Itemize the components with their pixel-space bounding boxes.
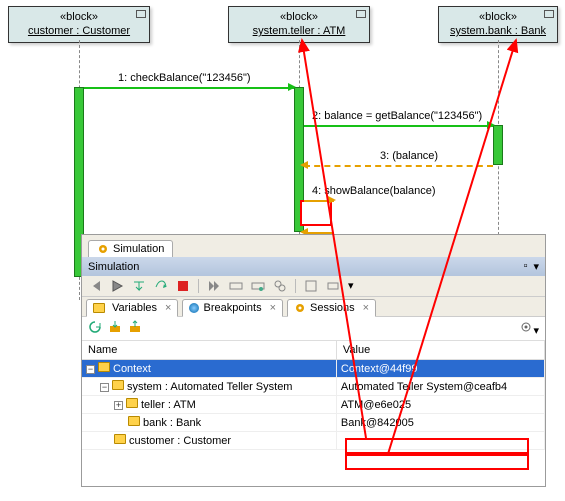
stereotype-label: «block» (15, 10, 143, 24)
close-icon[interactable]: × (270, 302, 276, 314)
row-name: bank : Bank (143, 417, 201, 429)
export-icon[interactable] (108, 320, 122, 337)
variables-table-wrap[interactable]: Name Value Context Context@44f99 system … (82, 341, 545, 486)
table-row-context[interactable]: Context Context@44f99 (82, 360, 545, 378)
panel-toolbar: ▾ (82, 317, 545, 341)
lifeline-type-icon (356, 10, 366, 18)
scope-icon (114, 434, 126, 444)
arrow-head-3 (300, 161, 308, 169)
message-label-2: 2: balance = getBalance("123456") (312, 110, 482, 122)
restore-icon[interactable]: ▫ (524, 260, 528, 273)
row-name: Context (113, 363, 151, 375)
sub-tab-row: Variables × Breakpoints × Sessions × (82, 297, 545, 317)
simulation-tab[interactable]: Simulation (88, 240, 173, 257)
stop-icon[interactable] (176, 279, 190, 293)
import-icon[interactable] (128, 320, 142, 337)
lifeline-box-customer[interactable]: «block» customer : Customer (8, 6, 150, 43)
lifeline-type-icon (136, 10, 146, 18)
simulation-panel[interactable]: Simulation Simulation ▫ ▾ ▾ (81, 234, 546, 487)
lifeline-box-atm[interactable]: «block» system.teller : ATM (228, 6, 370, 43)
stereotype-label: «block» (235, 10, 363, 24)
stereotype-label: «block» (445, 10, 551, 24)
message-line-3 (304, 165, 493, 167)
scope-icon (112, 380, 124, 390)
play-icon[interactable] (110, 279, 124, 293)
lifeline-box-bank[interactable]: «block» system.bank : Bank (438, 6, 558, 43)
lifeline-name: customer : Customer (15, 24, 143, 38)
close-icon[interactable]: × (363, 302, 369, 314)
row-name: customer : Customer (129, 435, 231, 447)
row-value: Bank@842005 (336, 414, 544, 432)
message-line-1 (84, 87, 294, 89)
tree-collapse-icon[interactable] (86, 365, 95, 374)
col-name[interactable]: Name (82, 341, 336, 360)
gear-icon (97, 243, 109, 255)
sim-icon-c[interactable] (273, 279, 287, 293)
step-into-icon[interactable] (132, 279, 146, 293)
row-value (336, 432, 544, 450)
table-row-teller[interactable]: teller : ATM ATM@e6e025 (82, 396, 545, 414)
sim-icon-d[interactable] (304, 279, 318, 293)
simulation-title: Simulation (88, 261, 139, 273)
row-value: Automated Teller System@ceafb4 (336, 378, 544, 396)
arrow-head-4a (328, 196, 336, 204)
lifeline-name: system.bank : Bank (445, 24, 551, 38)
table-row-bank[interactable]: bank : Bank Bank@842005 (82, 414, 545, 432)
refresh-icon[interactable] (88, 320, 102, 337)
fast-forward-icon[interactable] (207, 279, 221, 293)
dropdown-icon[interactable]: ▾ (348, 279, 362, 293)
table-row-system[interactable]: system : Automated Teller System Automat… (82, 378, 545, 396)
col-value[interactable]: Value (336, 341, 544, 360)
scope-icon (128, 416, 140, 426)
tab-sessions[interactable]: Sessions × (287, 299, 376, 317)
toolbar-separator (295, 279, 296, 293)
tab-breakpoints[interactable]: Breakpoints × (182, 299, 283, 317)
row-name: system : Automated Teller System (127, 381, 292, 393)
message-line-2 (304, 125, 493, 127)
simulation-tab-label: Simulation (113, 243, 164, 255)
step-back-icon[interactable] (88, 279, 102, 293)
breakpoint-icon (189, 303, 199, 313)
row-value: Context@44f99 (336, 360, 544, 378)
sim-icon-e[interactable] (326, 279, 340, 293)
row-name: teller : ATM (141, 399, 196, 411)
sim-icon-a[interactable] (229, 279, 243, 293)
variables-table: Name Value Context Context@44f99 system … (82, 341, 545, 450)
scope-icon (98, 362, 110, 372)
arrow-head-2 (487, 121, 495, 129)
activation-bank (493, 125, 503, 165)
step-over-icon[interactable] (154, 279, 168, 293)
tab-sessions-label: Sessions (310, 302, 355, 314)
scope-icon (126, 398, 138, 408)
simulation-tab-row: Simulation (82, 235, 545, 257)
tree-collapse-icon[interactable] (100, 383, 109, 392)
variables-icon (93, 303, 105, 313)
message-label-1: 1: checkBalance("123456") (118, 72, 251, 84)
table-row-customer[interactable]: customer : Customer (82, 432, 545, 450)
menu-icon[interactable]: ▾ (533, 260, 539, 273)
tab-variables-label: Variables (112, 302, 157, 314)
tab-variables[interactable]: Variables × (86, 299, 178, 317)
lifeline-name: system.teller : ATM (235, 24, 363, 38)
tab-breakpoints-label: Breakpoints (203, 302, 261, 314)
row-value: ATM@e6e025 (336, 396, 544, 414)
arrow-head-1 (288, 83, 296, 91)
toolbar-separator (198, 279, 199, 293)
simulation-toolbar: ▾ (82, 276, 545, 297)
gear-icon (294, 302, 306, 314)
gear-icon[interactable]: ▾ (519, 325, 539, 337)
close-icon[interactable]: × (165, 302, 171, 314)
message-label-3: 3: (balance) (380, 150, 438, 162)
simulation-title-bar: Simulation ▫ ▾ (82, 257, 545, 276)
lifeline-type-icon (544, 10, 554, 18)
sim-icon-b[interactable] (251, 279, 265, 293)
tree-expand-icon[interactable] (114, 401, 123, 410)
